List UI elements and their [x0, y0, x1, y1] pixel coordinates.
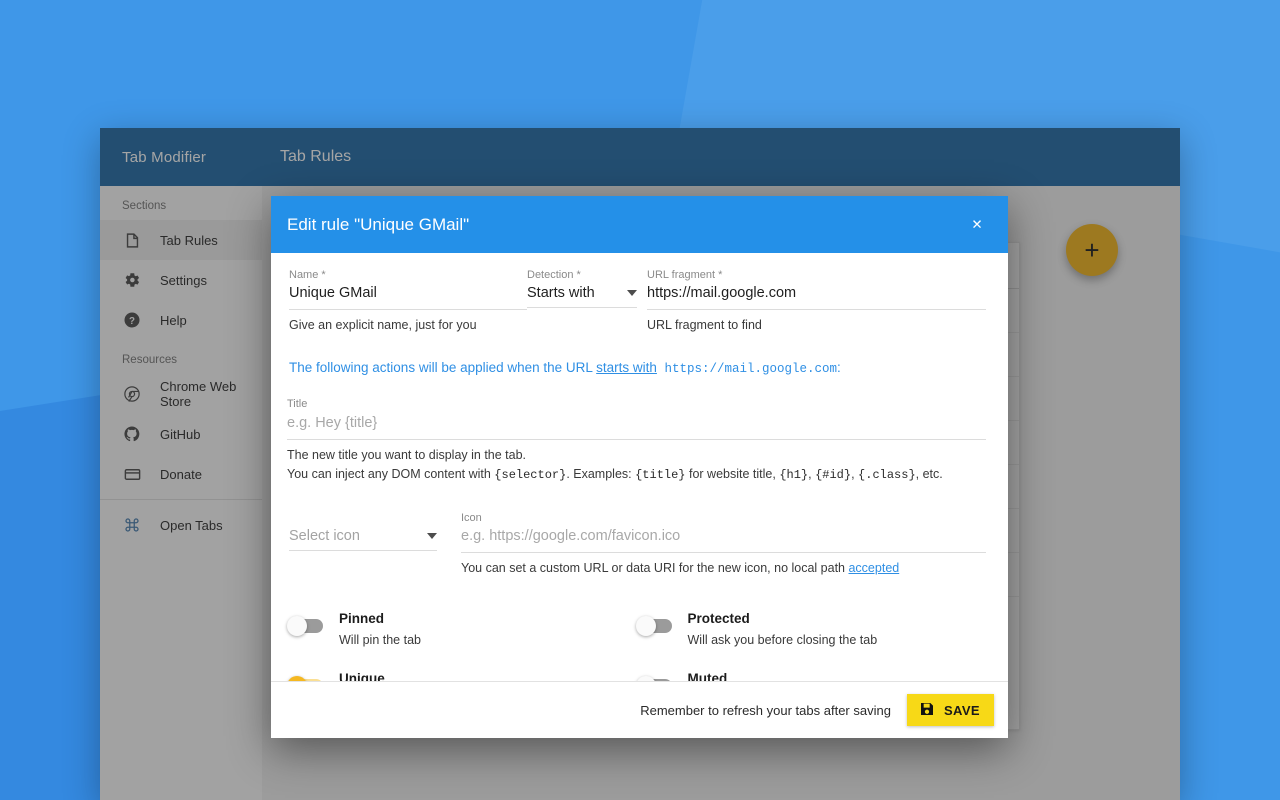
toggle-label: Muted — [687, 671, 728, 681]
icon-url-hint: You can set a custom URL or data URI for… — [461, 559, 986, 577]
hint-seg: , — [851, 466, 859, 481]
hint-code: {.class} — [858, 467, 916, 482]
url-fragment-input[interactable]: https://mail.google.com — [647, 285, 986, 311]
hint-seg: , etc. — [915, 466, 943, 481]
toggle-muted: Muted Will mute the tab (read the help s… — [635, 671, 987, 681]
toggle-description: Will ask you before closing the tab — [687, 633, 878, 648]
icon-url-group: Icon e.g. https://google.com/favicon.ico… — [461, 512, 986, 577]
icon-url-input[interactable]: e.g. https://google.com/favicon.ico — [461, 528, 986, 554]
toggles-grid: Pinned Will pin the tab Protected Will a… — [287, 611, 986, 681]
name-label: Name * — [289, 269, 326, 281]
actions-banner-suffix: : — [836, 360, 841, 376]
accepted-link[interactable]: accepted — [848, 561, 899, 575]
edit-rule-dialog: Edit rule "Unique GMail" ✕ Name * Unique… — [271, 196, 1008, 738]
detection-select[interactable]: Starts with — [527, 285, 637, 309]
protected-switch[interactable] — [635, 616, 672, 637]
dialog-body[interactable]: Name * Unique GMail Give an explicit nam… — [271, 253, 1008, 681]
switch-knob — [287, 616, 307, 637]
name-input[interactable]: Unique GMail — [289, 285, 527, 311]
icon-select-group: Select icon — [289, 512, 437, 577]
unique-text: Unique Will prevent for opening a duplic… — [339, 671, 555, 681]
title-hint-line-1: The new title you want to display in the… — [287, 447, 527, 462]
icon-row: Select icon Icon e.g. https://google.com… — [287, 512, 986, 577]
hint-seg: You can inject any DOM content with — [287, 466, 495, 481]
title-label: Title — [287, 398, 308, 411]
icon-url-label: Icon — [461, 512, 482, 525]
pinned-text: Pinned Will pin the tab — [339, 611, 421, 647]
save-button-label: SAVE — [943, 702, 980, 718]
rule-identity-row: Name * Unique GMail Give an explicit nam… — [287, 269, 986, 334]
icon-url-hint-text: You can set a custom URL or data URI for… — [461, 561, 849, 576]
save-button[interactable]: SAVE — [906, 694, 994, 726]
switch-knob — [635, 616, 656, 637]
footer-note: Remember to refresh your tabs after savi… — [640, 702, 891, 718]
muted-switch[interactable] — [635, 676, 672, 681]
switch-knob — [635, 676, 656, 681]
dialog-title: Edit rule "Unique GMail" — [287, 214, 470, 234]
hint-code: {selector} — [494, 467, 567, 482]
title-field-group: Title e.g. Hey {title} The new title you… — [287, 398, 986, 484]
unique-switch[interactable] — [287, 676, 323, 681]
dialog-header: Edit rule "Unique GMail" ✕ — [271, 196, 1008, 253]
toggle-label: Pinned — [339, 611, 385, 627]
url-fragment-hint: URL fragment to find — [647, 318, 762, 333]
detection-field-group: Detection * Starts with — [527, 269, 637, 334]
hint-seg: . Examples: — [566, 466, 636, 481]
name-hint: Give an explicit name, just for you — [289, 318, 477, 333]
hint-code: {#id} — [815, 467, 852, 482]
url-fragment-field-group: URL fragment * https://mail.google.com U… — [647, 269, 986, 334]
dialog-footer: Remember to refresh your tabs after savi… — [271, 681, 1008, 738]
actions-banner-prefix: The following actions will be applied wh… — [289, 360, 597, 376]
title-hint-line-2: You can inject any DOM content with {sel… — [287, 465, 986, 484]
icon-select-placeholder: Select icon — [289, 528, 360, 545]
protected-text: Protected Will ask you before closing th… — [688, 611, 878, 647]
hint-code: {title} — [635, 467, 686, 482]
muted-text: Muted Will mute the tab (read the help s… — [688, 671, 909, 681]
url-fragment-label: URL fragment * — [647, 269, 723, 281]
close-icon[interactable]: ✕ — [964, 212, 990, 238]
title-input[interactable]: e.g. Hey {title} — [287, 415, 986, 440]
toggle-description: Will pin the tab — [339, 633, 421, 648]
chevron-down-icon — [427, 533, 437, 540]
toggle-unique: Unique Will prevent for opening a duplic… — [287, 671, 638, 681]
toggle-label: Protected — [687, 611, 750, 627]
toggle-protected: Protected Will ask you before closing th… — [635, 611, 987, 647]
pinned-switch[interactable] — [287, 616, 323, 637]
toggle-pinned: Pinned Will pin the tab — [287, 611, 638, 647]
actions-banner-link[interactable]: starts with — [596, 360, 657, 375]
detection-label: Detection * — [527, 269, 581, 281]
save-icon — [919, 701, 935, 720]
desktop-background: Tab Modifier Sections Tab Rules Settings — [0, 0, 1280, 800]
name-field-group: Name * Unique GMail Give an explicit nam… — [289, 269, 527, 334]
switch-knob — [287, 676, 307, 681]
icon-select-spacer — [289, 512, 437, 525]
detection-selected-value: Starts with — [527, 285, 595, 302]
hint-seg: for website title, — [685, 466, 780, 481]
chevron-down-icon — [627, 290, 637, 297]
icon-select[interactable]: Select icon — [289, 528, 437, 552]
actions-banner: The following actions will be applied wh… — [289, 360, 986, 376]
toggle-label: Unique — [339, 671, 385, 681]
hint-code: {h1} — [779, 467, 809, 482]
actions-banner-code: https://mail.google.com — [656, 362, 837, 377]
